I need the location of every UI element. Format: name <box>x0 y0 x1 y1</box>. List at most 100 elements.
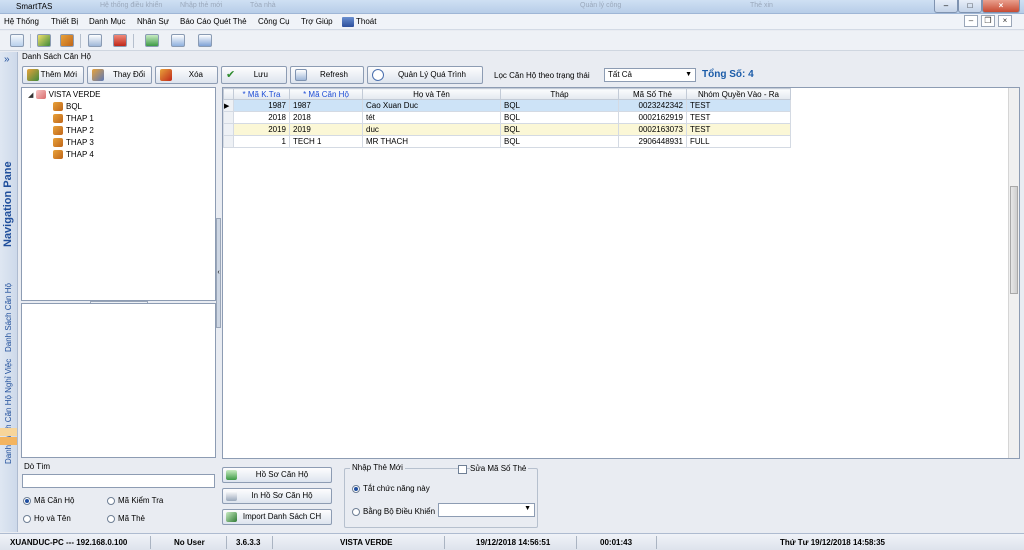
cell[interactable]: TEST <box>686 123 791 136</box>
stop-icon[interactable] <box>113 34 127 47</box>
radio-controller[interactable] <box>352 508 360 516</box>
nav-tab-danh-sach-can-ho[interactable]: Danh Sách Căn Hộ <box>4 276 13 352</box>
edit-button[interactable]: Thay Đổi <box>87 66 152 84</box>
cell[interactable]: BQL <box>500 111 619 124</box>
column-header[interactable]: Tháp <box>500 88 619 100</box>
radio-off[interactable] <box>352 485 360 493</box>
radio-ma-kiem-tra[interactable] <box>107 497 115 505</box>
table-row[interactable]: ▶ 1987 1987 Cao Xuan Duc BQL 0023242342 … <box>223 99 791 112</box>
add-button[interactable]: Thêm Mới <box>22 66 84 84</box>
expand-icon[interactable]: ◢ <box>28 92 33 99</box>
cell[interactable]: 2019 <box>289 123 363 136</box>
minimize-button[interactable]: – <box>934 0 958 13</box>
cell[interactable]: tét <box>362 111 501 124</box>
cell[interactable]: 2018 <box>289 111 363 124</box>
id-card-icon[interactable] <box>88 34 102 47</box>
row-header <box>223 111 234 124</box>
search-input[interactable] <box>22 474 215 488</box>
save-button[interactable]: ✔ Lưu <box>221 66 287 84</box>
menu-bao-cao[interactable]: Báo Cáo Quét Thẻ <box>180 17 247 26</box>
radio-ma-the[interactable] <box>107 515 115 523</box>
cell[interactable]: Cao Xuan Duc <box>362 99 501 112</box>
cell[interactable]: BQL <box>500 135 619 148</box>
vertical-splitter[interactable]: ‹ <box>216 218 221 328</box>
cell[interactable]: TECH 1 <box>289 135 363 148</box>
cell[interactable]: 2018 <box>233 111 290 124</box>
cell[interactable]: 1987 <box>289 99 363 112</box>
scrollbar-thumb[interactable] <box>1010 186 1018 294</box>
status-now: Thứ Tư 19/12/2018 14:58:35 <box>780 538 885 547</box>
edit-card-label: Sửa Mã Số Thẻ <box>470 464 529 473</box>
window-icon[interactable] <box>171 34 185 47</box>
tree-root[interactable]: ◢ VISTA VERDE <box>28 90 101 102</box>
cell[interactable]: FULL <box>686 135 791 148</box>
tree-item-label: THAP 4 <box>66 150 94 159</box>
group-icon <box>53 102 63 112</box>
mdi-close-button[interactable]: × <box>998 15 1012 27</box>
status-bar: XUANDUC-PC --- 192.168.0.100 No User 3.6… <box>0 533 1024 550</box>
tree-item[interactable]: BQL <box>53 102 82 114</box>
cell[interactable]: 2019 <box>233 123 290 136</box>
vertical-scrollbar[interactable] <box>1008 88 1019 458</box>
pen-icon[interactable] <box>37 34 51 47</box>
column-header[interactable]: * Mã Căn Hộ <box>289 88 363 100</box>
menu-thoat[interactable]: Thoát <box>356 17 376 26</box>
edit-card-checkbox[interactable] <box>458 465 467 474</box>
calendar-icon[interactable] <box>198 34 212 47</box>
process-button[interactable]: Quản Lý Quá Trình <box>367 66 483 84</box>
import-button[interactable]: Import Danh Sách CH <box>222 509 332 525</box>
delete-button[interactable]: Xóa <box>155 66 218 84</box>
print-button[interactable]: In Hồ Sơ Căn Hộ <box>222 488 332 504</box>
table-row[interactable]: 1 TECH 1 MR THACH BQL 2906448931 FULL <box>223 135 791 148</box>
mdi-minimize-button[interactable]: – <box>964 15 978 27</box>
cell[interactable]: 1987 <box>233 99 290 112</box>
cell[interactable]: 0023242342 <box>618 99 687 112</box>
nav-tab-nghi-viec[interactable]: Danh Sách Căn Hộ Nghỉ Việc <box>4 354 13 464</box>
controller-select[interactable]: ▼ <box>438 503 535 517</box>
menu-he-thong[interactable]: Hệ Thống <box>4 17 39 26</box>
tree-item[interactable]: THAP 1 <box>53 114 94 126</box>
menu-tro-giup[interactable]: Trợ Giúp <box>301 17 333 26</box>
cell[interactable]: 0002163073 <box>618 123 687 136</box>
column-header[interactable]: Họ và Tên <box>362 88 501 100</box>
cell[interactable]: MR THACH <box>362 135 501 148</box>
collapse-icon[interactable]: » <box>4 54 10 65</box>
column-header[interactable]: * Mã K.Tra <box>233 88 290 100</box>
profile-button[interactable]: Hồ Sơ Căn Hộ <box>222 467 332 483</box>
menu-nhan-su[interactable]: Nhân Sự <box>137 17 169 26</box>
status-separator <box>226 536 227 549</box>
tree-icon[interactable] <box>10 34 24 47</box>
table-row[interactable]: 2019 2019 duc BQL 0002163073 TEST <box>223 123 791 136</box>
cell[interactable]: TEST <box>686 99 791 112</box>
tree-item[interactable]: THAP 4 <box>53 150 94 162</box>
close-button[interactable]: × <box>982 0 1020 13</box>
menu-cong-cu[interactable]: Công Cụ <box>258 17 290 26</box>
refresh-button[interactable]: Refresh <box>290 66 364 84</box>
cell[interactable]: BQL <box>500 123 619 136</box>
cell[interactable]: duc <box>362 123 501 136</box>
column-header[interactable]: Nhóm Quyền Vào - Ra <box>686 88 791 100</box>
table-row[interactable]: 2018 2018 tét BQL 0002162919 TEST <box>223 111 791 124</box>
menu-thiet-bi[interactable]: Thiết Bị <box>51 17 78 26</box>
mdi-restore-button[interactable]: ❐ <box>981 15 995 27</box>
title-bar: SmartTAS Hệ thống điều khiển Nhập thẻ mớ… <box>0 0 1024 14</box>
radio-ma-can-ho[interactable] <box>23 497 31 505</box>
tree-item[interactable]: THAP 3 <box>53 138 94 150</box>
column-header[interactable]: Mã Số Thẻ <box>618 88 687 100</box>
tree-item[interactable]: THAP 2 <box>53 126 94 138</box>
filter-select[interactable]: Tất Cả ▼ <box>604 68 696 82</box>
cell[interactable]: TEST <box>686 111 791 124</box>
cell[interactable]: 2906448931 <box>618 135 687 148</box>
user-icon[interactable] <box>60 34 74 47</box>
building-icon <box>35 90 46 100</box>
print-button-label: In Hồ Sơ Căn Hộ <box>251 491 313 500</box>
list-icon[interactable] <box>145 34 159 47</box>
status-version: 3.6.3.3 <box>236 538 261 547</box>
menu-danh-muc[interactable]: Danh Mục <box>89 17 125 26</box>
maximize-button[interactable]: □ <box>958 0 982 13</box>
cell[interactable]: BQL <box>500 99 619 112</box>
radio-off-label: Tắt chức năng này <box>363 484 430 493</box>
cell[interactable]: 0002162919 <box>618 111 687 124</box>
radio-ho-va-ten[interactable] <box>23 515 31 523</box>
cell[interactable]: 1 <box>233 135 290 148</box>
